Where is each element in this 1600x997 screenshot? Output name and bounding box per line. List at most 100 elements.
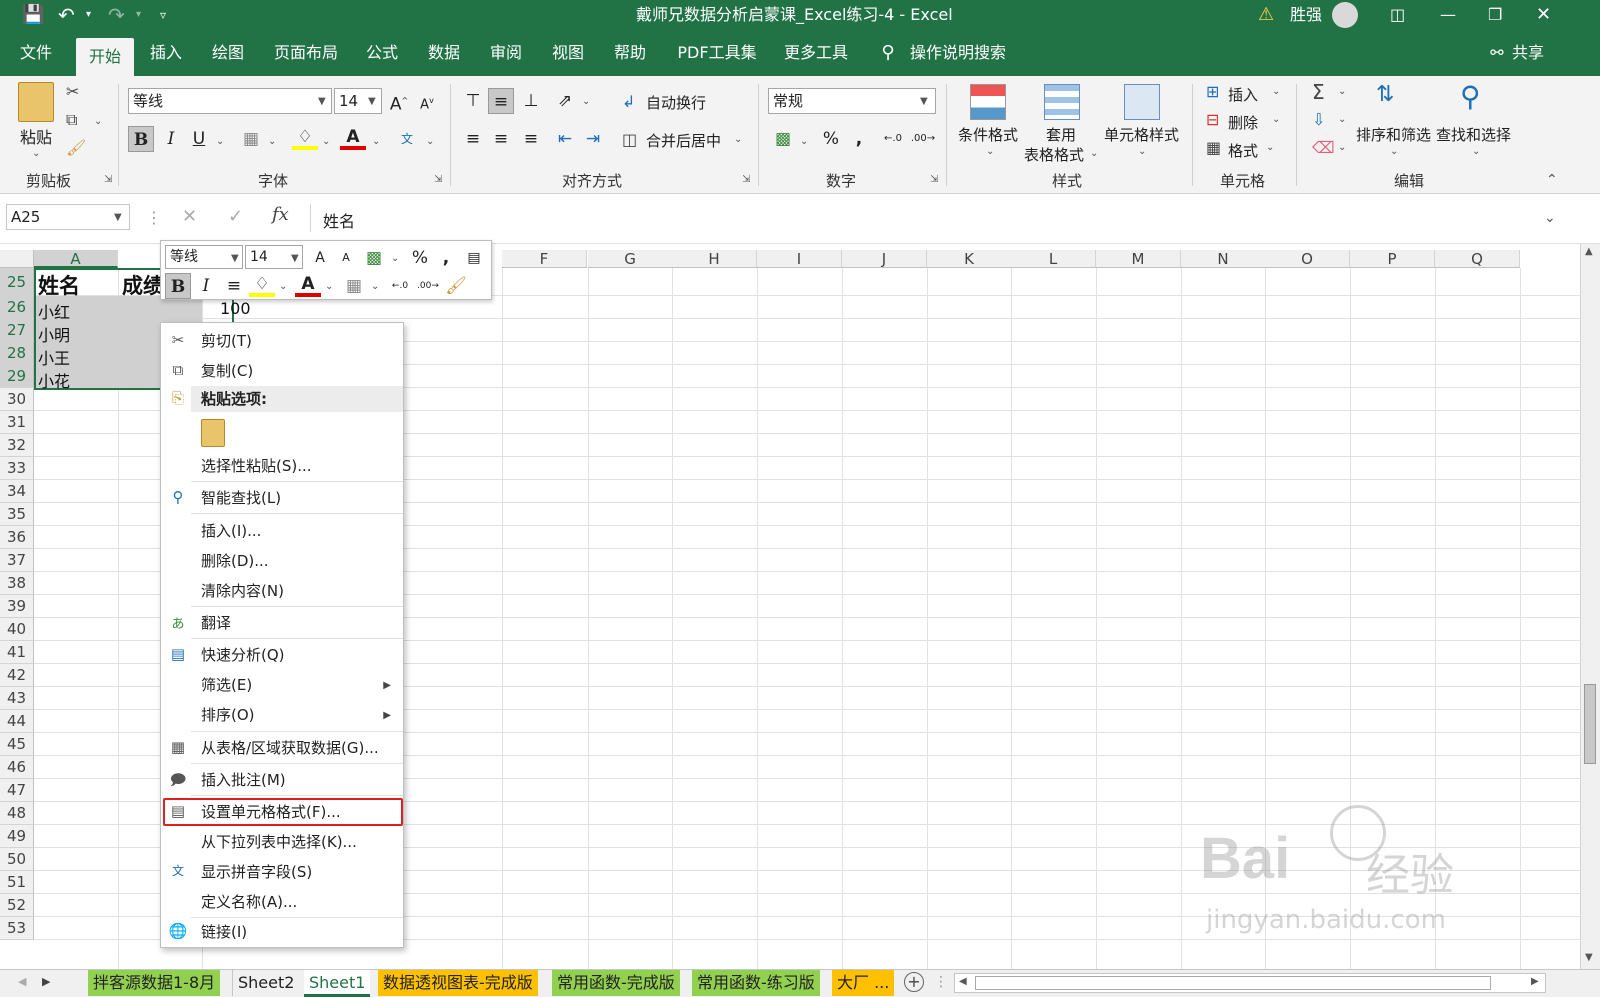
phonetic-dropdown-icon[interactable]: ⌄ <box>426 136 434 147</box>
number-format-select[interactable]: 常规 <box>768 88 936 114</box>
tab-file[interactable]: 文件 <box>10 30 62 76</box>
menu-item-smart-lookup[interactable]: 智能查找(L) <box>201 483 281 513</box>
orientation-icon[interactable]: ⇗ <box>552 88 578 114</box>
redo-icon[interactable]: ↷ <box>108 0 125 30</box>
vertical-scrollbar[interactable]: ▲ ▼ <box>1580 244 1600 969</box>
row-header-51[interactable]: 51 <box>0 871 34 894</box>
select-all-corner[interactable] <box>0 250 34 268</box>
font-color-icon[interactable]: A <box>340 124 366 150</box>
chevron-down-icon[interactable]: ⌄ <box>391 253 399 264</box>
share-person-icon[interactable]: ⚯ <box>1484 30 1510 76</box>
menu-item-pick-from-list[interactable]: 从下拉列表中选择(K)... <box>201 827 357 857</box>
chevron-down-icon[interactable]: ⌄ <box>1272 86 1280 97</box>
name-box[interactable]: A25 <box>6 204 130 230</box>
menu-item-define-name[interactable]: 定义名称(A)... <box>201 887 297 917</box>
tab-pdf-tools[interactable]: PDF工具集 <box>670 30 764 76</box>
row-header-40[interactable]: 40 <box>0 618 34 641</box>
paste-button[interactable]: 粘贴 <box>20 124 52 148</box>
ribbon-display-icon[interactable]: ◫ <box>1390 0 1405 30</box>
menu-item-get-data-from-table[interactable]: 从表格/区域获取数据(G)... <box>201 733 379 763</box>
underline-button[interactable]: U <box>186 126 212 152</box>
collapse-ribbon-icon[interactable]: ⌃ <box>1546 172 1558 188</box>
align-center-icon[interactable]: ≡ <box>488 126 514 152</box>
decrease-decimal-icon[interactable]: .00→ <box>910 126 936 152</box>
formula-input-area[interactable]: 姓名 <box>310 204 1562 232</box>
customize-qat-icon[interactable]: ▿ <box>160 0 166 30</box>
row-header-32[interactable]: 32 <box>0 434 34 457</box>
menu-item-format-cells[interactable]: 设置单元格格式(F)... <box>201 797 341 827</box>
menu-item-sort[interactable]: 排序(O) <box>201 700 255 730</box>
tab-help[interactable]: 帮助 <box>604 30 656 76</box>
warning-icon[interactable]: ⚠ <box>1258 0 1274 30</box>
clipboard-launcher-icon[interactable]: ⇲ <box>104 174 112 185</box>
align-bottom-icon[interactable]: ⊥ <box>518 88 544 114</box>
mini-align-icon[interactable]: ≡ <box>221 273 247 299</box>
chevron-down-icon[interactable]: ⌄ <box>1272 114 1280 125</box>
format-as-table-line1[interactable]: 套用 <box>1046 124 1076 145</box>
row-header-48[interactable]: 48 <box>0 802 34 825</box>
accounting-dropdown-icon[interactable]: ⌄ <box>800 136 808 147</box>
row-header-25[interactable]: 25 <box>0 268 34 296</box>
italic-button[interactable]: I <box>158 126 184 152</box>
row-header-49[interactable]: 49 <box>0 825 34 848</box>
sheet-tab[interactable]: Sheet2 <box>232 970 299 996</box>
font-name-select[interactable]: 等线 <box>128 88 332 114</box>
cut-icon[interactable]: ✂ <box>66 82 79 101</box>
column-header-H[interactable]: H <box>672 250 757 268</box>
row-header-45[interactable]: 45 <box>0 733 34 756</box>
menu-item-insert[interactable]: 插入(I)... <box>201 516 261 546</box>
menu-item-link[interactable]: 链接(I) <box>201 917 247 947</box>
chevron-down-icon[interactable]: ▼ <box>291 253 299 264</box>
menu-item-insert-comment[interactable]: 插入批注(M) <box>201 765 286 795</box>
format-cells-button[interactable]: 格式 <box>1228 140 1258 161</box>
sheet-tab[interactable]: 常用函数-完成版 <box>552 970 680 996</box>
expand-formula-bar-icon[interactable]: ⌄ <box>1544 210 1556 226</box>
share-button[interactable]: 共享 <box>1510 30 1546 76</box>
column-header-J[interactable]: J <box>842 250 927 268</box>
merge-dropdown-icon[interactable]: ⌄ <box>734 134 742 145</box>
tab-formulas[interactable]: 公式 <box>356 30 408 76</box>
column-header-F[interactable]: F <box>502 250 587 268</box>
cell-A26[interactable]: 小红 <box>38 299 70 323</box>
phonetic-icon[interactable]: 文 <box>394 126 420 152</box>
fill-color-dropdown-icon[interactable]: ⌄ <box>322 136 330 147</box>
cell-B26[interactable]: 100 <box>220 299 251 318</box>
menu-item-cut[interactable]: 剪切(T) <box>201 326 252 356</box>
row-header-39[interactable]: 39 <box>0 595 34 618</box>
percent-icon[interactable]: % <box>818 126 844 152</box>
menu-item-delete[interactable]: 删除(D)... <box>201 546 269 576</box>
clear-icon[interactable]: ⌫ <box>1312 138 1335 157</box>
minimize-icon[interactable]: — <box>1440 0 1456 30</box>
mini-fill-color-icon[interactable]: ♢ <box>249 271 275 297</box>
autosum-icon[interactable]: Σ <box>1312 80 1325 104</box>
insert-cells-button[interactable]: 插入 <box>1228 84 1258 105</box>
chevron-down-icon[interactable]: ⌄ <box>371 281 379 292</box>
copy-icon[interactable]: ⧉ <box>66 110 77 130</box>
tab-review[interactable]: 审阅 <box>480 30 532 76</box>
alignment-launcher-icon[interactable]: ⇲ <box>742 174 750 185</box>
mini-font-color-icon[interactable]: A <box>295 271 321 297</box>
paste-icon[interactable] <box>18 82 54 122</box>
border-dropdown-icon[interactable]: ⌄ <box>268 136 276 147</box>
mini-border-icon[interactable]: ▦ <box>341 273 367 299</box>
row-header-34[interactable]: 34 <box>0 480 34 503</box>
undo-icon[interactable]: ↶ <box>58 0 75 30</box>
tell-me-search[interactable]: 操作说明搜索 <box>906 30 1010 76</box>
menu-item-paste-special[interactable]: 选择性粘贴(S)... <box>201 451 312 481</box>
user-name[interactable]: 胜强 <box>1290 0 1322 30</box>
row-header-29[interactable]: 29 <box>0 365 34 388</box>
tab-insert[interactable]: 插入 <box>140 30 192 76</box>
increase-font-icon[interactable]: A^ <box>386 88 412 115</box>
insert-function-icon[interactable]: fx <box>272 204 289 225</box>
wrap-text-button[interactable]: 自动换行 <box>646 92 706 113</box>
tab-view[interactable]: 视图 <box>542 30 594 76</box>
cell-A28[interactable]: 小王 <box>38 345 70 369</box>
column-header-G[interactable]: G <box>588 250 673 268</box>
font-color-dropdown-icon[interactable]: ⌄ <box>372 136 380 147</box>
align-right-icon[interactable]: ≡ <box>518 126 544 152</box>
tab-split-grip-icon[interactable]: ⋮ <box>934 974 948 990</box>
row-header-27[interactable]: 27 <box>0 319 34 342</box>
chevron-down-icon[interactable]: ⌄ <box>1338 86 1346 97</box>
find-select-button[interactable]: 查找和选择 <box>1436 124 1511 145</box>
scroll-tabs-right-icon[interactable]: ▶ <box>42 975 50 988</box>
